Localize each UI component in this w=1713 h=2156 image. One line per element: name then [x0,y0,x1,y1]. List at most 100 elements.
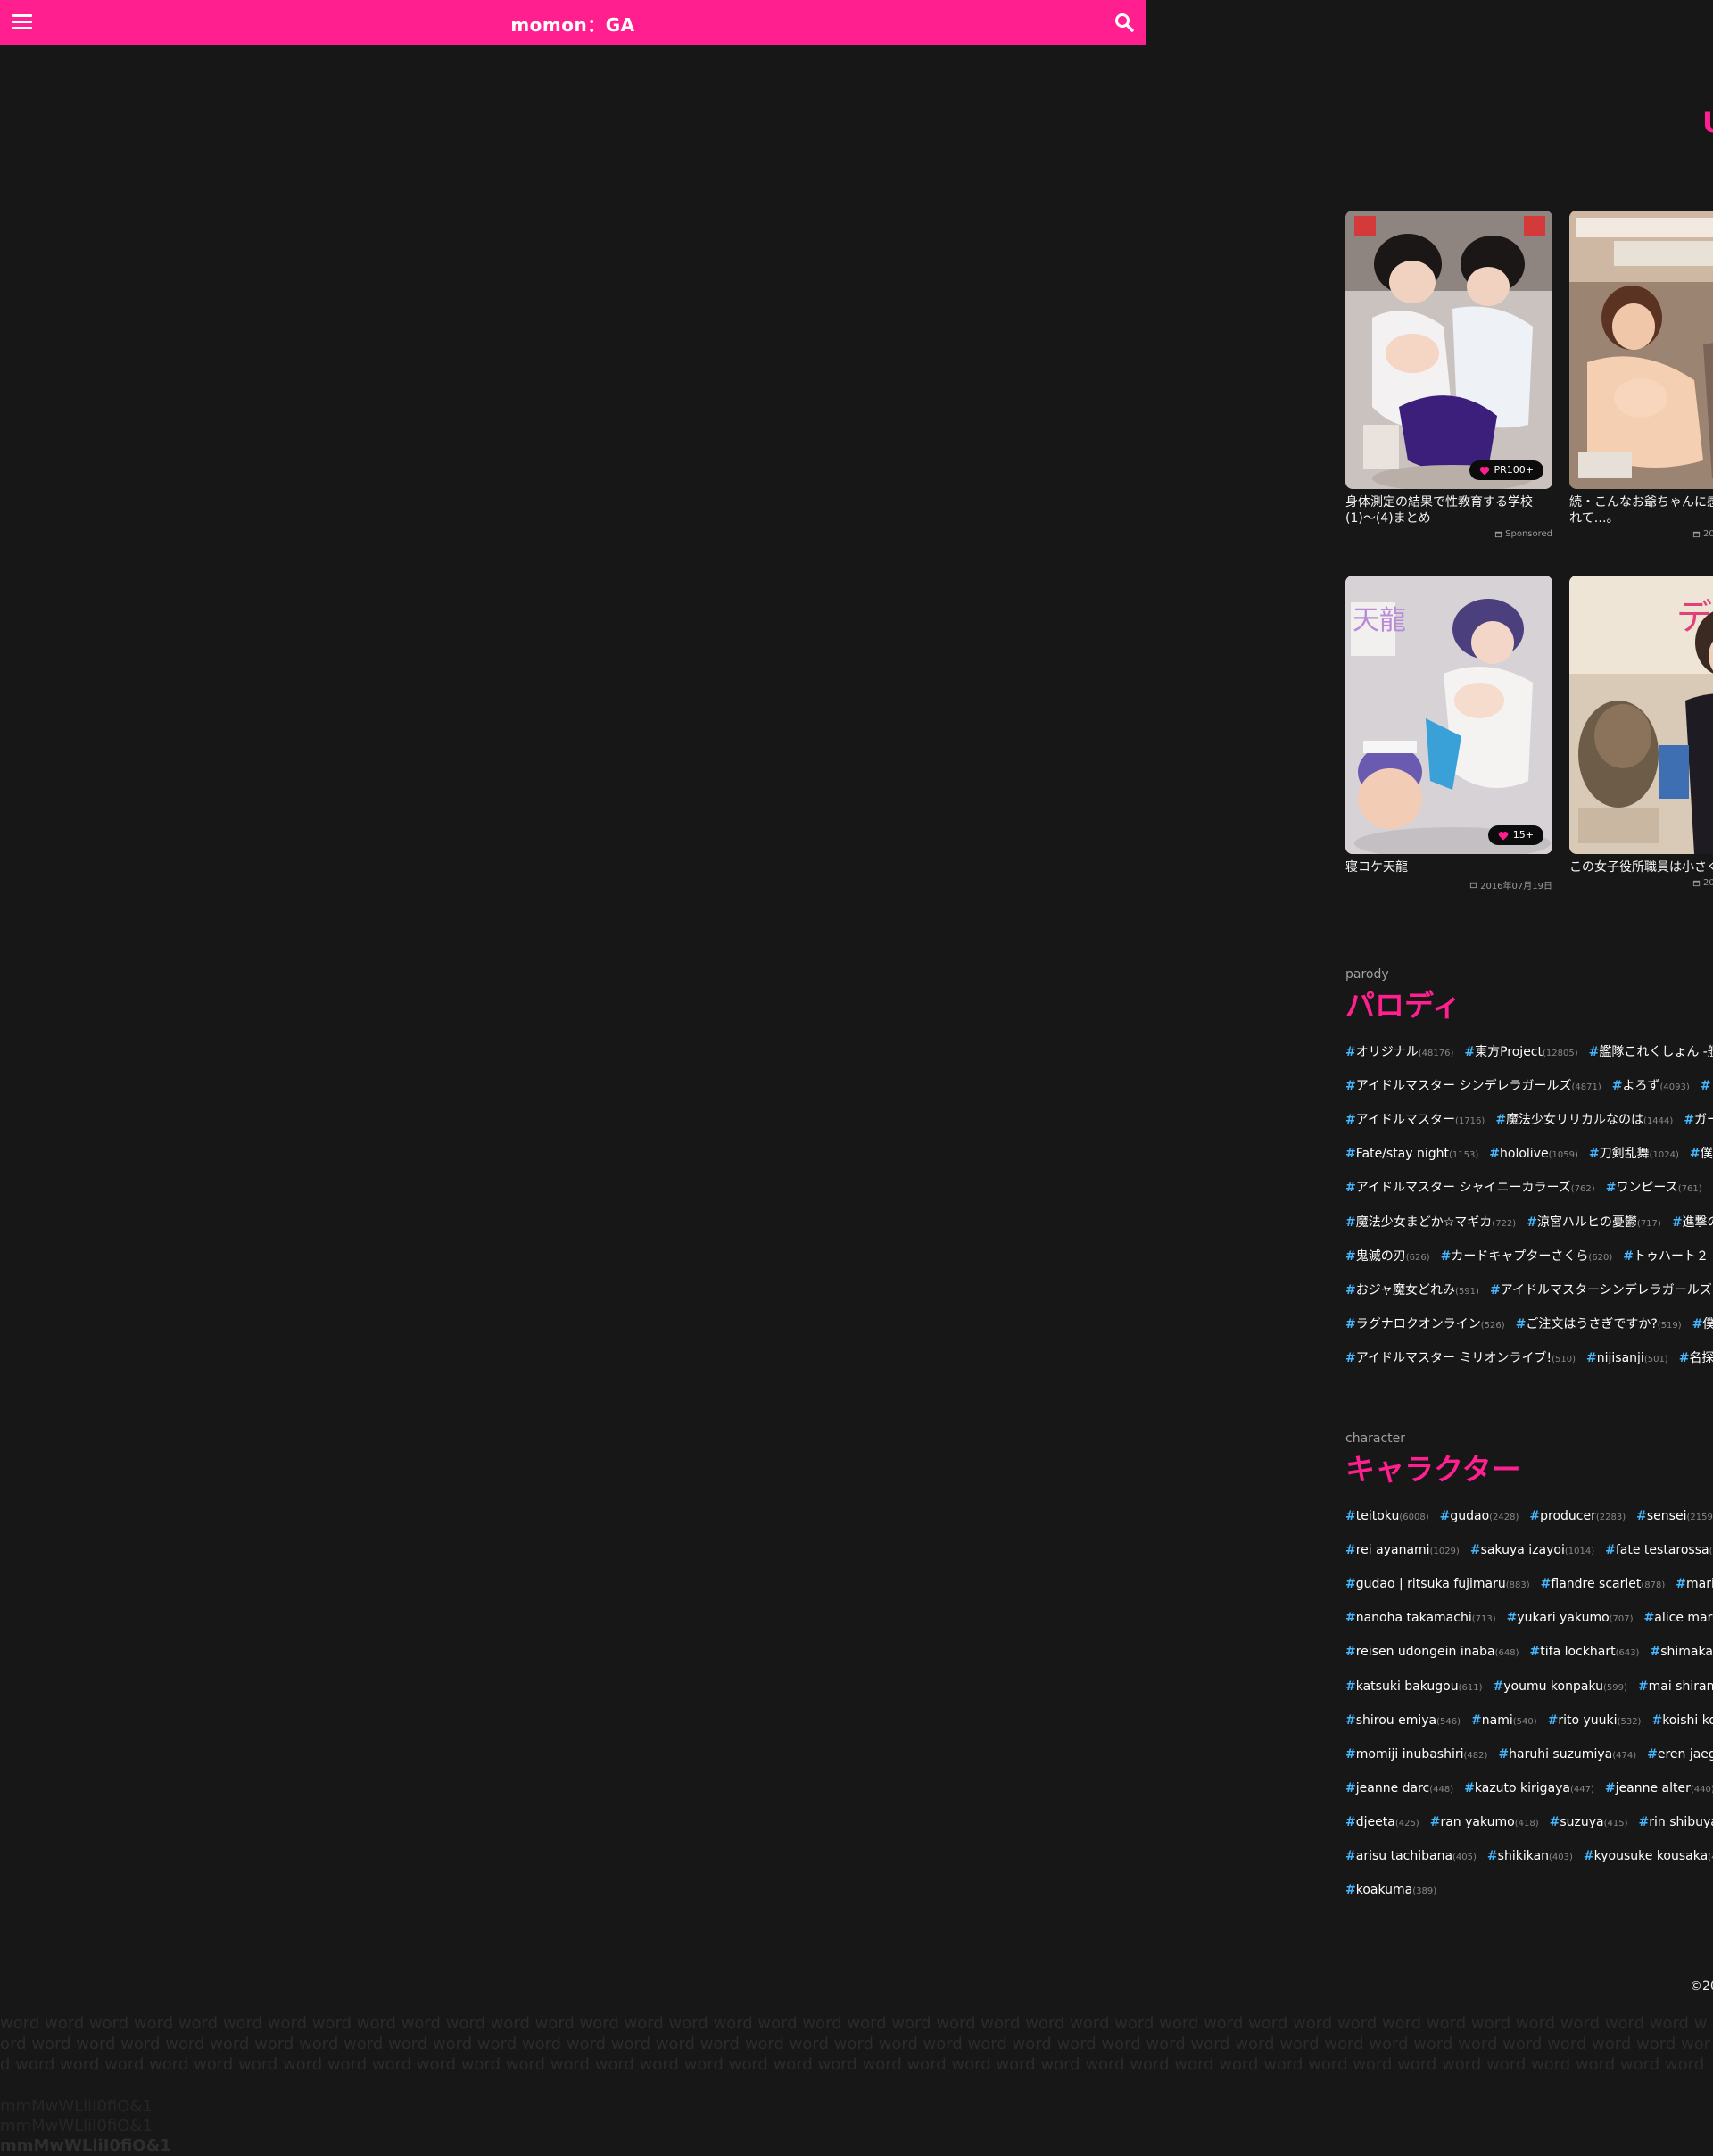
tag-link[interactable]: #gudao(2428) [1440,1507,1519,1527]
gallery-card[interactable]: 天龍 15+ 寝コケ天龍 2016年07月19日 [1345,576,1552,891]
tag-link[interactable]: #ガー [1684,1111,1713,1131]
tag-link[interactable]: #おジャ魔女どれみ(591) [1345,1281,1479,1301]
tag-link[interactable]: #ラグナロクオンライン(526) [1345,1315,1505,1335]
card-meta: 20 [1569,878,1713,888]
tag-link[interactable]: #suzuya(415) [1550,1813,1628,1833]
tag-link[interactable]: #shimakaze [1650,1643,1713,1663]
tag-link[interactable]: #jeanne alter(440) [1605,1779,1713,1799]
tag-link[interactable]: #momiji inubashiri(482) [1345,1746,1487,1765]
tag-link[interactable]: #tifa lockhart(643) [1530,1643,1640,1663]
tag-link[interactable]: #koishi kom [1651,1712,1713,1731]
tag-link[interactable]: #eren jaeger [1647,1746,1713,1765]
character-tag-row: #shirou emiya(546) #nami(540) #rito yuuki(… [1345,1712,1713,1731]
gallery-card[interactable]: デ この女子役所職員は小さくてデカい 20 [1569,576,1713,888]
gallery-thumbnail[interactable]: PR100+ [1345,211,1552,489]
gallery-card[interactable]: 続・こんなお爺ちゃんに感じさせられて…。 20 [1569,211,1713,539]
hash-icon: # [1651,1713,1662,1728]
tag-link[interactable]: #maris [1676,1575,1713,1595]
tag-count: (717) [1637,1219,1661,1229]
tag-name: teitoku [1356,1509,1400,1523]
tag-count: (9 [1709,1547,1713,1556]
tag-link[interactable]: #鬼滅の刃(626) [1345,1248,1430,1267]
tag-link[interactable]: #アイドルマスターシンデレラガールズ [1490,1281,1712,1301]
tag-link[interactable]: #Fate/stay night(1153) [1345,1145,1478,1165]
character-tag-row: #djeeta(425) #ran yakumo(418) #suzuya(415)… [1345,1813,1713,1833]
tag-link[interactable]: #ご注文はうさぎですか?(519) [1516,1315,1682,1335]
site-logo-title[interactable]: momon：GA [0,11,1146,37]
tag-link[interactable]: #katsuki bakugou(611) [1345,1678,1483,1697]
tag-link[interactable]: #hololive(1059) [1489,1145,1578,1165]
hash-icon: # [1345,1611,1356,1625]
tag-link[interactable]: #kyousuke kousaka(40 [1584,1847,1713,1867]
tag-link[interactable]: #gudao | ritsuka fujimaru(883) [1345,1575,1530,1595]
tag-link[interactable]: #オリジナル(48176) [1345,1043,1453,1063]
tag-link[interactable]: #rito yuuki(532) [1548,1712,1642,1731]
tag-link[interactable]: #nami(540) [1471,1712,1537,1731]
tag-link[interactable]: #youmu konpaku(599) [1494,1678,1627,1697]
character-tag-row: #teitoku(6008) #gudao(2428) #producer(2283… [1345,1507,1713,1527]
tag-link[interactable]: #名探 [1679,1349,1713,1369]
tag-link[interactable]: #僕 [1692,1315,1713,1335]
tag-link[interactable]: #ran yakumo(418) [1430,1813,1539,1833]
gallery-thumbnail[interactable]: デ [1569,576,1713,854]
tag-link[interactable]: #shikikan(403) [1487,1847,1573,1867]
tag-link[interactable]: #艦隊これくしょん -艦 [1589,1043,1713,1063]
tag-link[interactable]: #刀剣乱舞(1024) [1589,1145,1679,1165]
tag-link[interactable]: #alice margat [1644,1609,1713,1629]
tag-link[interactable]: #kazuto kirigaya(447) [1464,1779,1594,1799]
tag-link[interactable]: #アイドルマスター(1716) [1345,1111,1485,1131]
tag-link[interactable]: #koakuma(389) [1345,1881,1436,1901]
tag-link[interactable]: #mai shiranui( [1638,1678,1713,1697]
gallery-thumbnail[interactable]: 天龍 15+ [1345,576,1552,854]
tag-link[interactable]: #進撃の [1672,1214,1713,1233]
gallery-card[interactable]: PR100+ 身体測定の結果で性教育する学校(1)〜(4)まとめ Sponsor… [1345,211,1552,539]
tag-link[interactable]: #カードキャプターさくら(620) [1441,1248,1613,1267]
tag-link[interactable]: #よろず(4093) [1612,1077,1690,1097]
hash-icon: # [1672,1215,1683,1230]
tag-link[interactable]: #flandre scarlet(878) [1541,1575,1666,1595]
tag-link[interactable]: #yukari yakumo(707) [1507,1609,1634,1629]
tag-link[interactable]: #魔法少女まどか☆マギカ(722) [1345,1214,1516,1233]
tag-link[interactable]: #djeeta(425) [1345,1813,1419,1833]
card-meta-text: 20 [1703,529,1713,539]
card-title[interactable]: この女子役所職員は小さくてデカい [1569,859,1713,875]
tag-link[interactable]: #fate testarossa(9 [1605,1541,1713,1561]
tag-link[interactable]: #トゥハート２ [1623,1248,1709,1267]
tag-link[interactable]: #sensei(2159) [1636,1507,1713,1527]
tag-link[interactable]: #nanoha takamachi(713) [1345,1609,1496,1629]
tag-link[interactable]: #rei ayanami(1029) [1345,1541,1460,1561]
tag-link[interactable]: #sakuya izayoi(1014) [1470,1541,1594,1561]
tag-name: Fate/stay night [1356,1147,1449,1161]
tag-link[interactable]: #僕 [1690,1145,1713,1165]
tag-link[interactable]: #teitoku(6008) [1345,1507,1429,1527]
card-title[interactable]: 身体測定の結果で性教育する学校(1)〜(4)まとめ [1345,494,1552,527]
tag-link[interactable]: #アイドルマスター ミリオンライブ!(510) [1345,1349,1576,1369]
card-title[interactable]: 続・こんなお爺ちゃんに感じさせられて…。 [1569,494,1713,527]
hash-icon: # [1487,1849,1498,1863]
tag-link[interactable]: #nijisanji(501) [1586,1349,1668,1369]
tag-link[interactable]: #reisen udongein inaba(648) [1345,1643,1519,1663]
tag-link[interactable]: #アイドルマスター シンデレラガールズ(4871) [1345,1077,1601,1097]
tag-link[interactable]: #アイドルマスター シャイニーカラーズ(762) [1345,1179,1595,1198]
tag-link[interactable]: #涼宮ハルヒの憂鬱(717) [1527,1214,1661,1233]
tag-link[interactable]: #ワンピース(761) [1606,1179,1702,1198]
tag-link[interactable]: #魔法少女リリカルなのは(1444) [1495,1111,1673,1131]
parody-tag-row: #オリジナル(48176) #東方Project(12805) #艦隊これくしょん … [1345,1043,1713,1063]
tag-count: (591) [1455,1287,1479,1297]
tag-name: gudao | ritsuka fujimaru [1356,1577,1506,1591]
gallery-thumbnail[interactable] [1569,211,1713,489]
hash-icon: # [1612,1079,1623,1093]
hash-icon: # [1345,1113,1356,1127]
tag-link[interactable]: #producer(2283) [1529,1507,1626,1527]
card-title[interactable]: 寝コケ天龍 [1345,859,1552,875]
tag-link[interactable]: # [1701,1077,1711,1097]
tag-name: alice margat [1654,1611,1713,1625]
tag-link[interactable]: #arisu tachibana(405) [1345,1847,1477,1867]
tag-name: 艦隊これくしょん -艦 [1599,1045,1713,1059]
tag-link[interactable]: #rin shibuya( [1639,1813,1713,1833]
tag-link[interactable]: #jeanne darc(448) [1345,1779,1453,1799]
tag-link[interactable]: #東方Project(12805) [1464,1043,1577,1063]
search-icon[interactable] [1113,12,1135,33]
tag-link[interactable]: #haruhi suzumiya(474) [1498,1746,1636,1765]
tag-link[interactable]: #shirou emiya(546) [1345,1712,1461,1731]
